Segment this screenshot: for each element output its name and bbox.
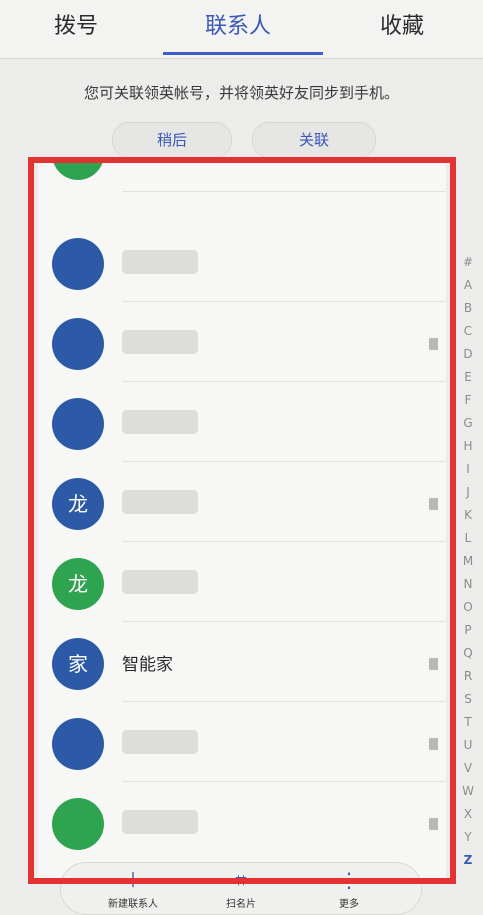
scan-card-button[interactable]: ⌗ 扫名片 [191,869,291,910]
index-letter[interactable]: V [460,761,476,784]
new-contact-label: 新建联系人 [108,899,158,910]
index-letter[interactable]: # [460,255,476,278]
list-item[interactable] [38,302,446,382]
index-letter[interactable]: M [460,554,476,577]
avatar: 龙 [52,558,104,610]
contact-name-redacted [122,410,198,434]
card-icon [429,818,438,830]
bottom-toolbar: ＋ 新建联系人 ⌗ 扫名片 ⋮ 更多 [60,862,422,915]
avatar: 家 [52,638,104,690]
plus-icon: ＋ [123,868,143,892]
avatar: 龙 [52,478,104,530]
linkedin-sync-prompt: 您可关联领英帐号，并将领英好友同步到手机。 [83,84,399,102]
avatar [52,318,104,370]
card-icon [429,498,438,510]
tab-active-indicator [163,52,323,55]
scan-icon: ⌗ [235,868,247,892]
scan-card-label: 扫名片 [226,899,256,910]
index-letter[interactable]: E [460,370,476,393]
index-letter[interactable]: B [460,301,476,324]
index-letter[interactable]: H [460,439,476,462]
index-letter[interactable]: Z [460,853,476,876]
index-letter[interactable]: G [460,416,476,439]
avatar [52,160,104,180]
index-letter[interactable]: C [460,324,476,347]
index-letter[interactable]: D [460,347,476,370]
list-item[interactable] [38,382,446,462]
tab-contacts[interactable]: 联系人 [205,8,271,40]
avatar [52,798,104,850]
index-letter[interactable]: K [460,508,476,531]
more-label: 更多 [339,899,359,910]
index-letter[interactable]: I [460,462,476,485]
alphabet-index[interactable]: # A B C D E F G H I J K L M N O P Q R S T U V W X Y Z [460,255,476,876]
index-letter[interactable]: S [460,692,476,715]
contact-name-redacted [122,570,198,594]
index-letter[interactable]: W [460,784,476,807]
card-icon [429,658,438,670]
contact-list: 龙 龙 家 智能家 [38,160,446,880]
contact-name-redacted [122,250,198,274]
contact-name-redacted [122,810,198,834]
list-item[interactable]: 龙 [38,542,446,622]
index-letter[interactable]: J [460,485,476,508]
tab-bar: 拨号 联系人 收藏 [0,0,483,59]
index-letter[interactable]: R [460,669,476,692]
more-button[interactable]: ⋮ 更多 [299,869,399,910]
index-letter[interactable]: X [460,807,476,830]
contact-name: 智能家 [122,655,173,675]
index-letter[interactable]: N [460,577,476,600]
list-item[interactable]: 龙 [38,462,446,542]
card-icon [429,738,438,750]
divider [122,191,446,192]
list-item[interactable] [38,702,446,782]
contact-name-redacted [122,330,198,354]
avatar [52,718,104,770]
contact-name-redacted [122,730,198,754]
index-letter[interactable]: F [460,393,476,416]
contact-name-redacted [122,490,198,514]
card-icon [429,338,438,350]
tab-dialer[interactable]: 拨号 [54,8,98,40]
index-letter[interactable]: Q [460,646,476,669]
index-letter[interactable]: U [460,738,476,761]
later-button[interactable]: 稍后 [112,122,232,158]
tab-favorites[interactable]: 收藏 [380,8,424,40]
index-letter[interactable]: L [460,531,476,554]
link-button[interactable]: 关联 [252,122,376,158]
avatar [52,398,104,450]
index-letter[interactable]: T [460,715,476,738]
index-letter[interactable]: P [460,623,476,646]
list-item[interactable] [38,160,446,192]
list-item[interactable]: 家 智能家 [38,622,446,702]
list-item[interactable] [38,782,446,862]
more-icon: ⋮ [339,868,359,892]
index-letter[interactable]: Y [460,830,476,853]
index-letter[interactable]: O [460,600,476,623]
list-item[interactable] [38,222,446,302]
new-contact-button[interactable]: ＋ 新建联系人 [83,869,183,910]
avatar [52,238,104,290]
index-letter[interactable]: A [460,278,476,301]
